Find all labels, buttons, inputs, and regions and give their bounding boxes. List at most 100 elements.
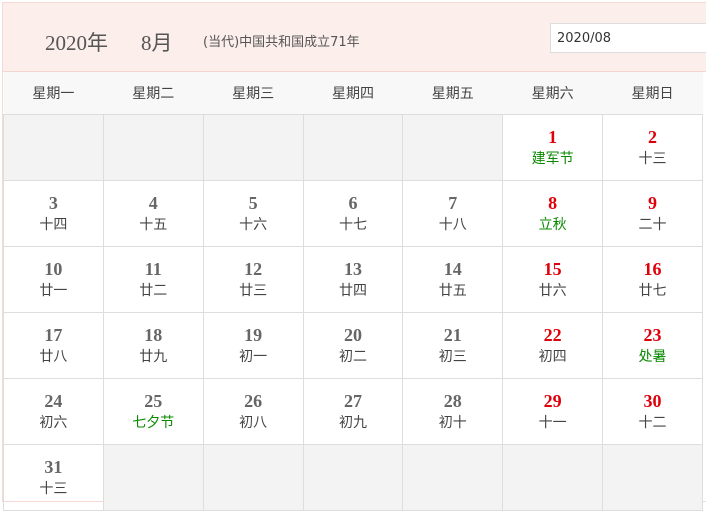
empty-cell [3,114,104,181]
weekday-header: 星期六 [502,72,603,115]
day-number: 31 [44,456,63,477]
day-cell[interactable]: 12 廿三 [202,246,304,313]
week-row: 1 建军节 2 十三 [3,114,703,181]
festival-label: 处暑 [638,348,667,365]
lunar-date: 廿九 [139,348,168,365]
day-cell[interactable]: 31 十三 [3,444,104,511]
weekday-header: 星期五 [402,72,503,115]
day-cell[interactable]: 8 立秋 [502,180,604,247]
day-number: 24 [44,390,63,411]
day-number: 19 [244,324,263,345]
day-number: 12 [244,258,263,279]
day-cell[interactable]: 5 十六 [202,180,304,247]
lunar-date: 初一 [239,348,268,365]
day-cell[interactable]: 16 廿七 [602,246,703,313]
day-number: 1 [548,126,558,147]
day-cell[interactable]: 24 初六 [3,378,104,445]
day-number: 15 [543,258,562,279]
lunar-date: 廿三 [239,282,268,299]
day-number: 8 [548,192,558,213]
day-number: 29 [543,390,562,411]
day-cell[interactable]: 15 廿六 [502,246,604,313]
day-cell[interactable]: 20 初二 [302,312,404,379]
lunar-date: 十二 [638,414,667,431]
day-cell[interactable]: 23 处暑 [602,312,703,379]
day-cell[interactable]: 7 十八 [402,180,504,247]
day-cell[interactable]: 27 初九 [302,378,404,445]
date-input[interactable] [550,23,706,53]
day-cell[interactable]: 2 十三 [602,114,703,181]
day-cell[interactable]: 13 廿四 [302,246,404,313]
lunar-date: 廿六 [538,282,567,299]
day-number: 11 [144,258,162,279]
empty-cell [602,444,703,511]
day-number: 23 [643,324,662,345]
empty-cell [502,444,604,511]
day-cell[interactable]: 17 廿八 [3,312,104,379]
day-cell[interactable]: 26 初八 [202,378,304,445]
day-cell[interactable]: 29 十一 [502,378,604,445]
day-cell[interactable]: 10 廿一 [3,246,104,313]
lunar-date: 初二 [338,348,367,365]
day-number: 21 [443,324,462,345]
day-number: 26 [244,390,263,411]
lunar-date: 廿五 [438,282,467,299]
day-cell[interactable]: 18 廿九 [102,312,204,379]
empty-cell [202,114,304,181]
empty-cell [102,444,204,511]
day-cell[interactable]: 9 二十 [602,180,703,247]
lunar-date: 廿一 [39,282,68,299]
festival-label: 七夕节 [132,414,175,431]
lunar-date: 十八 [438,216,467,233]
lunar-date: 十三 [39,480,68,497]
day-number: 3 [48,192,58,213]
empty-cell [302,444,404,511]
day-cell[interactable]: 19 初一 [202,312,304,379]
empty-cell [402,444,504,511]
calendar: 2020年 8月 (当代)中国共和国成立71年 星期一星期二星期三星期四星期五星… [2,2,706,511]
weekday-header: 星期三 [203,72,304,115]
lunar-date: 十五 [139,216,168,233]
day-number: 14 [443,258,462,279]
lunar-date: 十七 [338,216,367,233]
empty-cell [302,114,404,181]
weekday-header: 星期一 [3,72,104,115]
lunar-date: 初十 [438,414,467,431]
day-number: 7 [448,192,458,213]
week-row: 31 十三 [3,444,703,511]
day-number: 10 [44,258,63,279]
day-cell[interactable]: 25 七夕节 [102,378,204,445]
day-cell[interactable]: 4 十五 [102,180,204,247]
lunar-date: 初九 [338,414,367,431]
day-number: 17 [44,324,63,345]
year-label: 2020年 [45,31,108,55]
day-cell[interactable]: 6 十七 [302,180,404,247]
day-cell[interactable]: 22 初四 [502,312,604,379]
day-number: 30 [643,390,662,411]
day-number: 27 [343,390,362,411]
lunar-date: 廿二 [139,282,168,299]
day-cell[interactable]: 3 十四 [3,180,104,247]
calendar-grid: 星期一 星期二 星期三 星期四 星期五 星期六 星期日 1 建军节 2 十三 3 十四 4 十五 5 十六 6 十… [3,72,703,511]
festival-label: 立秋 [538,216,567,233]
day-cell[interactable]: 14 廿五 [402,246,504,313]
lunar-date: 十三 [638,150,667,167]
day-cell[interactable]: 11 廿二 [102,246,204,313]
day-number: 9 [648,192,658,213]
day-cell[interactable]: 30 十二 [602,378,703,445]
day-number: 5 [248,192,258,213]
day-cell[interactable]: 1 建军节 [502,114,604,181]
empty-cell [202,444,304,511]
day-number: 2 [648,126,658,147]
day-cell[interactable]: 21 初三 [402,312,504,379]
weekday-header: 星期二 [103,72,204,115]
day-number: 28 [443,390,462,411]
lunar-date: 初八 [239,414,268,431]
era-note: (当代)中国共和国成立71年 [203,35,360,50]
month-label: 8月 [141,31,173,55]
lunar-date: 初四 [538,348,567,365]
day-cell[interactable]: 28 初十 [402,378,504,445]
lunar-date: 廿四 [338,282,367,299]
day-number: 25 [144,390,163,411]
day-number: 4 [148,192,158,213]
